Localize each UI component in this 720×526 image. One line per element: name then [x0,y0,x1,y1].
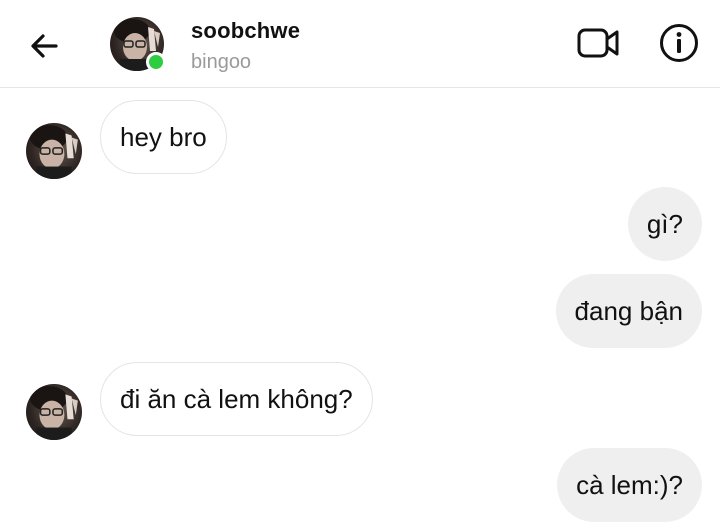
contact-subtitle: bingoo [191,51,252,73]
video-camera-icon [577,28,619,58]
sender-avatar[interactable] [26,384,82,440]
arrow-left-icon [31,34,58,58]
back-button[interactable] [24,26,64,66]
message-bubble-incoming[interactable]: hey bro [100,100,227,174]
message-bubble-outgoing[interactable]: đang bận [555,274,702,348]
chat-screen: soobchwe bingoo hey bro gì? đang bận đi … [0,0,720,526]
sender-avatar[interactable] [26,123,82,179]
message-bubble-outgoing[interactable]: gì? [627,187,702,261]
message-bubble-incoming[interactable]: đi ăn cà lem không? [100,362,373,436]
info-button[interactable] [656,20,702,66]
chat-header: soobchwe bingoo [0,0,720,88]
info-icon [660,24,698,62]
video-call-button[interactable] [574,22,622,64]
online-status-dot [146,52,166,72]
profile-avatar[interactable] [110,17,166,72]
contact-name[interactable]: soobchwe [191,18,300,44]
message-bubble-outgoing[interactable]: cà lem:)? [557,448,702,522]
